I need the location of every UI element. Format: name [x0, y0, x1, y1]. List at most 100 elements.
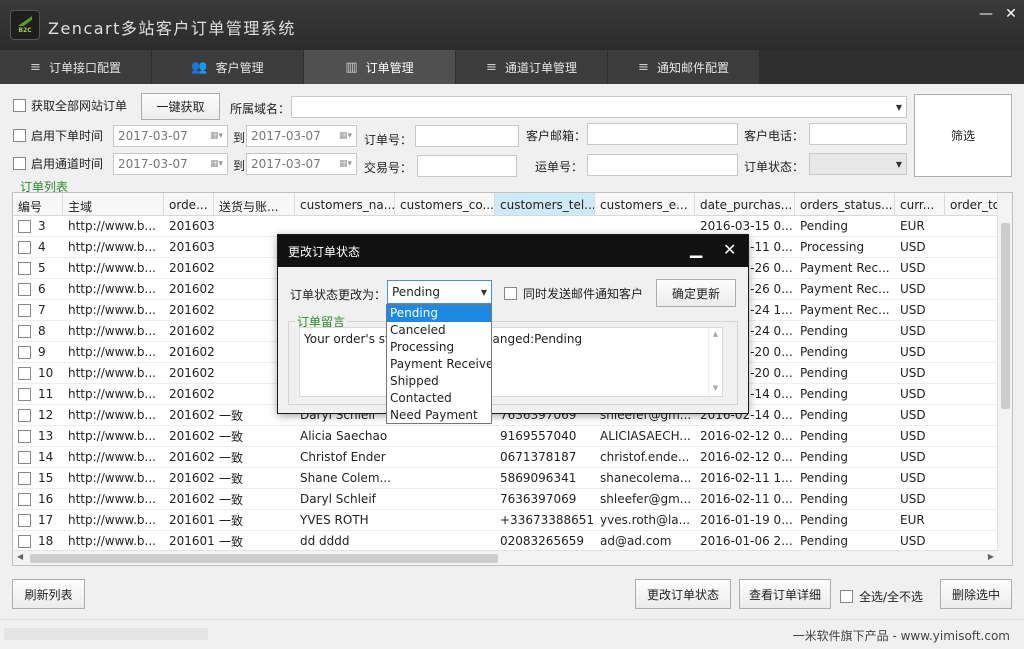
- domain-select[interactable]: ▼: [291, 96, 907, 118]
- tab-orders[interactable]: ▥ 订单管理: [304, 50, 455, 84]
- column-header[interactable]: customers_na...: [295, 193, 395, 215]
- table-cell-status: Payment Rec...: [800, 261, 890, 275]
- channel-date-to[interactable]: 2017-03-07 ▦▾: [246, 153, 357, 175]
- table-row[interactable]: 15 http://www.b... 20160211122... 一致 Shane C…: [13, 468, 998, 489]
- status-option[interactable]: Payment Received: [387, 356, 491, 373]
- select-all-checkbox[interactable]: [840, 590, 853, 603]
- column-header[interactable]: customers_tel...: [495, 193, 595, 215]
- order-no-input[interactable]: [415, 125, 519, 147]
- table-cell-match: 一致: [219, 471, 244, 486]
- phone-input[interactable]: [809, 123, 907, 145]
- calendar-icon[interactable]: ▦▾: [339, 159, 352, 169]
- table-cell-id: 6: [13, 282, 63, 296]
- row-checkbox[interactable]: [18, 513, 31, 527]
- order-date-to[interactable]: 2017-03-07 ▦▾: [246, 125, 357, 147]
- one-click-fetch-button[interactable]: 一键获取: [141, 93, 220, 120]
- row-checkbox[interactable]: [18, 429, 31, 443]
- table-cell-status: Pending: [800, 471, 848, 485]
- row-checkbox[interactable]: [18, 240, 31, 254]
- table-row[interactable]: 13 http://www.b... 20160212032... 一致 Alicia …: [13, 426, 998, 447]
- table-row[interactable]: 17 http://www.b... 20160119053... 一致 YVES RO…: [13, 510, 998, 531]
- confirm-update-button[interactable]: 确定更新: [656, 279, 736, 307]
- column-header[interactable]: curr...: [895, 193, 945, 215]
- column-header[interactable]: 编号: [13, 193, 63, 215]
- tracking-input[interactable]: [587, 154, 738, 176]
- chevron-down-icon: ▼: [895, 102, 902, 112]
- row-checkbox[interactable]: [18, 534, 31, 548]
- status-option[interactable]: Need Payment: [387, 407, 491, 424]
- row-checkbox[interactable]: [18, 450, 31, 464]
- row-checkbox[interactable]: [18, 282, 31, 296]
- notify-customer-checkbox[interactable]: [504, 287, 517, 300]
- scroll-thumb[interactable]: [1001, 223, 1010, 409]
- row-checkbox[interactable]: [18, 366, 31, 380]
- textarea-scrollbar[interactable]: ▲ ▼: [708, 328, 722, 396]
- fetch-all-checkbox[interactable]: [13, 99, 26, 112]
- table-cell-status: Processing: [800, 240, 865, 254]
- calendar-icon[interactable]: ▦▾: [210, 159, 223, 169]
- horizontal-scrollbar[interactable]: ◀ ▶: [13, 550, 998, 565]
- column-header[interactable]: customers_e...: [595, 193, 695, 215]
- dialog-title: 更改订单状态: [288, 244, 361, 259]
- table-cell-status: Pending: [800, 324, 848, 338]
- order-date-from[interactable]: 2017-03-07 ▦▾: [113, 125, 228, 147]
- table-cell-email: shanecolema...: [600, 471, 692, 485]
- status-select[interactable]: ▼: [809, 153, 907, 175]
- row-id: 4: [38, 240, 46, 254]
- table-row[interactable]: 14 http://www.b... 20160212001... 一致 Christo…: [13, 447, 998, 468]
- view-detail-button[interactable]: 查看订单详细: [739, 579, 831, 609]
- row-checkbox[interactable]: [18, 471, 31, 485]
- row-checkbox[interactable]: [18, 324, 31, 338]
- tab-email-config[interactable]: ≡ 通知邮件配置: [608, 50, 759, 84]
- status-option[interactable]: Processing: [387, 339, 491, 356]
- row-checkbox[interactable]: [18, 408, 31, 422]
- table-cell-order: 20160119053...: [169, 513, 214, 527]
- table-row[interactable]: 18 http://www.b... 20160106233... 一致 dd dddd…: [13, 531, 998, 552]
- column-header[interactable]: orders_status...: [795, 193, 895, 215]
- close-window-icon[interactable]: ✕: [1001, 6, 1021, 22]
- scroll-thumb[interactable]: [30, 554, 498, 563]
- table-cell-email: ad@ad.com: [600, 534, 672, 548]
- column-header[interactable]: customers_co...: [395, 193, 495, 215]
- scroll-left-icon[interactable]: ◀: [17, 552, 23, 561]
- scroll-right-icon[interactable]: ▶: [988, 552, 994, 561]
- txn-input[interactable]: [417, 155, 517, 177]
- tab-channel-orders[interactable]: ≡ 通道订单管理: [456, 50, 607, 84]
- refresh-list-button[interactable]: 刷新列表: [12, 579, 85, 609]
- status-dropdown[interactable]: Pending ▼: [387, 280, 492, 304]
- row-checkbox[interactable]: [18, 261, 31, 275]
- chevron-down-icon: ▼: [480, 287, 487, 297]
- row-checkbox[interactable]: [18, 387, 31, 401]
- minimize-icon[interactable]: —: [976, 6, 996, 22]
- vertical-scrollbar[interactable]: [997, 193, 1012, 565]
- minimize-icon[interactable]: ▁: [690, 239, 702, 258]
- remark-textarea[interactable]: Your order's status has been changed:Pen…: [299, 327, 723, 397]
- column-header[interactable]: date_purchas...: [695, 193, 795, 215]
- column-header[interactable]: 送货与账...: [214, 193, 295, 215]
- channel-date-from[interactable]: 2017-03-07 ▦▾: [113, 153, 228, 175]
- filter-button[interactable]: 筛选: [914, 94, 1012, 177]
- table-row[interactable]: 16 http://www.b... 20160211043... 一致 Daryl S…: [13, 489, 998, 510]
- row-id: 6: [38, 282, 46, 296]
- change-status-button[interactable]: 更改订单状态: [635, 579, 731, 609]
- close-icon[interactable]: ✕: [723, 240, 736, 259]
- order-time-checkbox[interactable]: [13, 129, 26, 142]
- tab-order-interface[interactable]: ≡ 订单接口配置: [0, 50, 151, 84]
- row-checkbox[interactable]: [18, 219, 31, 233]
- status-option[interactable]: Contacted: [387, 390, 491, 407]
- status-option[interactable]: Canceled: [387, 322, 491, 339]
- column-header[interactable]: orde...: [164, 193, 214, 215]
- calendar-icon[interactable]: ▦▾: [339, 131, 352, 141]
- calendar-icon[interactable]: ▦▾: [210, 131, 223, 141]
- channel-time-checkbox[interactable]: [13, 157, 26, 170]
- row-checkbox[interactable]: [18, 492, 31, 506]
- tab-customers[interactable]: 👥 客户管理: [152, 50, 303, 84]
- status-option[interactable]: Shipped: [387, 373, 491, 390]
- column-header[interactable]: 主域: [63, 193, 164, 215]
- column-header[interactable]: order_total: [945, 193, 998, 215]
- email-input[interactable]: [587, 123, 738, 145]
- row-checkbox[interactable]: [18, 345, 31, 359]
- status-option[interactable]: Pending: [387, 305, 491, 322]
- row-checkbox[interactable]: [18, 303, 31, 317]
- delete-selected-button[interactable]: 删除选中: [940, 579, 1012, 609]
